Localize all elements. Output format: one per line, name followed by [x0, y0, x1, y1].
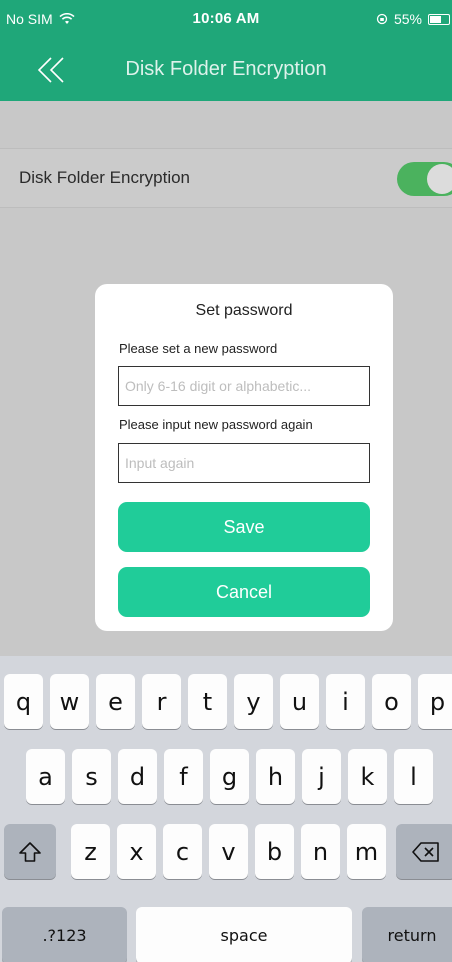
key-v[interactable]: v — [209, 824, 248, 879]
backspace-icon — [412, 841, 439, 862]
numbers-key[interactable]: .?123 — [2, 907, 127, 962]
key-p[interactable]: p — [418, 674, 452, 729]
key-r[interactable]: r — [142, 674, 181, 729]
key-l[interactable]: l — [394, 749, 433, 804]
key-o[interactable]: o — [372, 674, 411, 729]
key-w[interactable]: w — [50, 674, 89, 729]
key-f[interactable]: f — [164, 749, 203, 804]
key-k[interactable]: k — [348, 749, 387, 804]
key-g[interactable]: g — [210, 749, 249, 804]
key-e[interactable]: e — [96, 674, 135, 729]
setting-row-disk-encryption: Disk Folder Encryption — [0, 148, 452, 208]
shift-key[interactable] — [4, 824, 56, 879]
shift-icon — [19, 841, 41, 862]
key-z[interactable]: z — [71, 824, 110, 879]
return-key[interactable]: return — [362, 907, 452, 962]
confirm-password-label: Please input new password again — [119, 417, 313, 432]
new-password-label: Please set a new password — [119, 341, 278, 356]
encryption-toggle[interactable] — [397, 162, 452, 196]
key-i[interactable]: i — [326, 674, 365, 729]
dialog-title: Set password — [195, 302, 293, 319]
key-n[interactable]: n — [301, 824, 340, 879]
key-x[interactable]: x — [117, 824, 156, 879]
key-a[interactable]: a — [26, 749, 65, 804]
key-c[interactable]: c — [163, 824, 202, 879]
setting-label: Disk Folder Encryption — [19, 168, 191, 187]
key-m[interactable]: m — [347, 824, 386, 879]
key-h[interactable]: h — [256, 749, 295, 804]
space-key[interactable]: space — [136, 907, 352, 962]
backspace-key[interactable] — [396, 824, 452, 879]
key-d[interactable]: d — [118, 749, 157, 804]
keyboard: .?123 space return qwertyuiop asdfghjkl zx… — [0, 656, 452, 962]
key-b[interactable]: b — [255, 824, 294, 879]
status-bar: No SIM 10:06 AM 55% — [0, 0, 452, 38]
nav-bar: Disk Folder Encryption — [0, 38, 452, 101]
cancel-button[interactable]: Cancel — [118, 567, 370, 617]
app-header: No SIM 10:06 AM 55% Disk Folder Encrypti… — [0, 0, 452, 101]
screen: No SIM 10:06 AM 55% Disk Folder Encrypti… — [0, 0, 452, 962]
orientation-lock-icon — [376, 13, 388, 25]
battery-percent: 55% — [393, 11, 422, 27]
key-y[interactable]: y — [234, 674, 273, 729]
toggle-knob — [427, 164, 452, 194]
save-button[interactable]: Save — [118, 502, 370, 552]
key-q[interactable]: q — [4, 674, 43, 729]
battery-icon — [428, 13, 450, 25]
page-title: Disk Folder Encryption — [125, 58, 327, 80]
key-j[interactable]: j — [302, 749, 341, 804]
set-password-dialog: Set password Please set a new password P… — [95, 284, 393, 631]
confirm-password-input[interactable] — [118, 443, 370, 483]
key-u[interactable]: u — [280, 674, 319, 729]
key-t[interactable]: t — [188, 674, 227, 729]
key-s[interactable]: s — [72, 749, 111, 804]
status-right: 55% — [376, 11, 450, 27]
new-password-input[interactable] — [118, 366, 370, 406]
